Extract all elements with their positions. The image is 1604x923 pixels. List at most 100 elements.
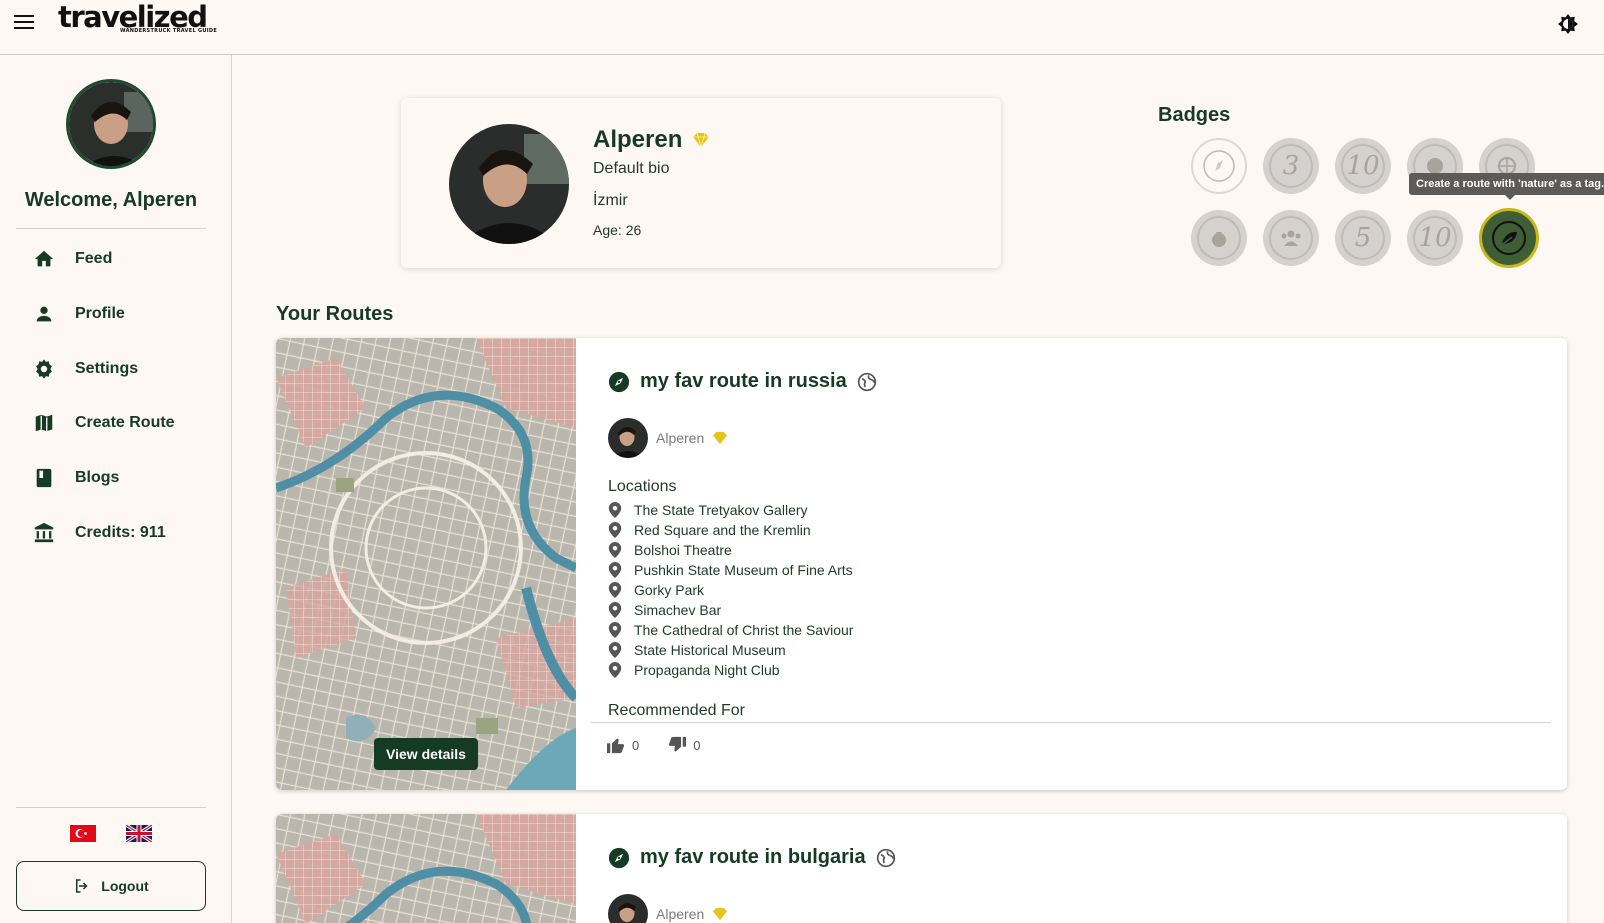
vote-bar: 0 0 [606,736,700,754]
group-badge-icon [1281,230,1301,246]
dislike-count: 0 [693,737,701,753]
route-title-text[interactable]: my fav route in bulgaria [640,846,866,869]
badge-5[interactable]: 5 [1335,210,1391,266]
route-card: my fav route in bulgaria Alperen [276,814,1567,923]
location-pin-icon [608,522,622,538]
compass-badge-icon [1203,150,1235,182]
locations-label: Locations [608,478,677,495]
list-item[interactable]: Gorky Park [608,580,853,600]
dislike-button[interactable]: 0 [667,736,700,754]
menu-icon[interactable] [14,15,34,31]
route-author[interactable]: Alperen [608,418,728,458]
list-item[interactable]: The Cathedral of Christ the Saviour [608,620,853,640]
location-name: The State Tretyakov Gallery [634,502,808,518]
sidebar-item-credits[interactable]: Credits: 911 [16,511,206,555]
your-routes-title: Your Routes [276,303,394,325]
location-name: Pushkin State Museum of Fine Arts [634,562,853,578]
app-logo[interactable]: travelized WANDERSTRUCK TRAVEL GUIDE [58,0,217,40]
profile-name-text: Alperen [593,126,683,153]
person-icon [36,306,52,322]
badge-money[interactable] [1191,210,1247,266]
location-name: Bolshoi Theatre [634,542,732,558]
sidebar-item-create-route[interactable]: Create Route [16,401,206,445]
author-avatar [608,418,648,458]
logout-button[interactable]: Logout [16,861,206,911]
like-button[interactable]: 0 [606,736,639,754]
route-card-body: my fav route in bulgaria Alperen [576,814,1567,923]
view-details-button[interactable]: View details [374,738,478,770]
leaf-badge-icon [1492,221,1526,255]
list-item[interactable]: Red Square and the Kremlin [608,520,853,540]
location-pin-icon [608,562,622,578]
thumbs-up-icon [607,738,625,754]
location-name: Gorky Park [634,582,705,598]
sidebar: Welcome, Alperen Feed Profile Settings C… [0,55,232,923]
location-name: The Cathedral of Christ the Saviour [634,622,854,638]
turkish-flag-icon[interactable] [70,825,96,842]
route-author[interactable]: Alperen [608,894,728,923]
location-name: Red Square and the Kremlin [634,522,811,538]
compass-icon [608,371,630,392]
diamond-icon [713,431,728,445]
bank-icon [34,522,54,543]
sidebar-item-blogs[interactable]: Blogs [16,456,206,500]
sidebar-item-settings[interactable]: Settings [16,347,206,391]
route-title-text[interactable]: my fav route in russia [640,370,847,393]
author-avatar [608,894,648,923]
route-map-image [276,338,576,790]
list-item[interactable]: The State Tretyakov Gallery [608,500,853,520]
route-map-image [276,814,576,923]
location-name: Simachev Bar [634,602,722,618]
badges-title: Badges [1158,104,1231,126]
badge-label: 5 [1341,216,1385,260]
globe-icon [857,372,876,391]
list-item[interactable]: Bolshoi Theatre [608,540,853,560]
location-pin-icon [608,602,622,618]
city-map-illustration [276,338,576,790]
globe-icon [876,848,895,867]
location-pin-icon [608,582,622,598]
map-icon [35,414,53,432]
author-name: Alperen [656,906,705,922]
badge-compass[interactable] [1191,138,1247,194]
sidebar-item-label: Settings [75,360,139,377]
list-item[interactable]: Propaganda Night Club [608,660,853,680]
sidebar-item-label: Profile [75,305,125,322]
badge-label: 3 [1269,144,1313,188]
sidebar-item-label: Credits: 911 [75,524,166,541]
list-item[interactable]: State Historical Museum [608,640,853,660]
list-item[interactable]: Simachev Bar [608,600,853,620]
list-item[interactable]: Pushkin State Museum of Fine Arts [608,560,853,580]
profile-city: İzmir [593,192,628,209]
sidebar-item-profile[interactable]: Profile [16,292,206,336]
location-pin-icon [608,642,622,658]
sidebar-divider [16,228,206,229]
badge-10-b[interactable]: 10 [1407,210,1463,266]
compass-icon [608,847,630,868]
recommended-for-label: Recommended For [608,702,745,719]
badge-group[interactable] [1263,210,1319,266]
route-title: my fav route in bulgaria [608,846,896,869]
badge-nature[interactable] [1479,208,1539,268]
badge-10[interactable]: 10 [1335,138,1391,194]
theme-toggle-icon[interactable] [1556,12,1580,36]
badge-3[interactable]: 3 [1263,138,1319,194]
card-divider [591,722,1551,723]
money-badge-icon [1212,232,1226,247]
badge-label: 10 [1413,216,1457,260]
uk-flag-icon[interactable] [126,825,152,842]
city-map-illustration [276,814,576,923]
author-name: Alperen [656,430,705,446]
sidebar-item-label: Create Route [75,414,175,431]
location-pin-icon [608,542,622,558]
welcome-text: Welcome, Alperen [24,189,198,211]
sidebar-avatar[interactable] [66,79,156,169]
home-icon [34,250,54,267]
profile-age: Age: 26 [593,222,642,238]
sidebar-item-feed[interactable]: Feed [16,237,206,281]
location-pin-icon [608,662,622,678]
logout-label: Logout [101,878,149,894]
location-name: Propaganda Night Club [634,662,780,678]
top-bar: travelized WANDERSTRUCK TRAVEL GUIDE [0,0,1604,55]
like-count: 0 [632,737,640,753]
